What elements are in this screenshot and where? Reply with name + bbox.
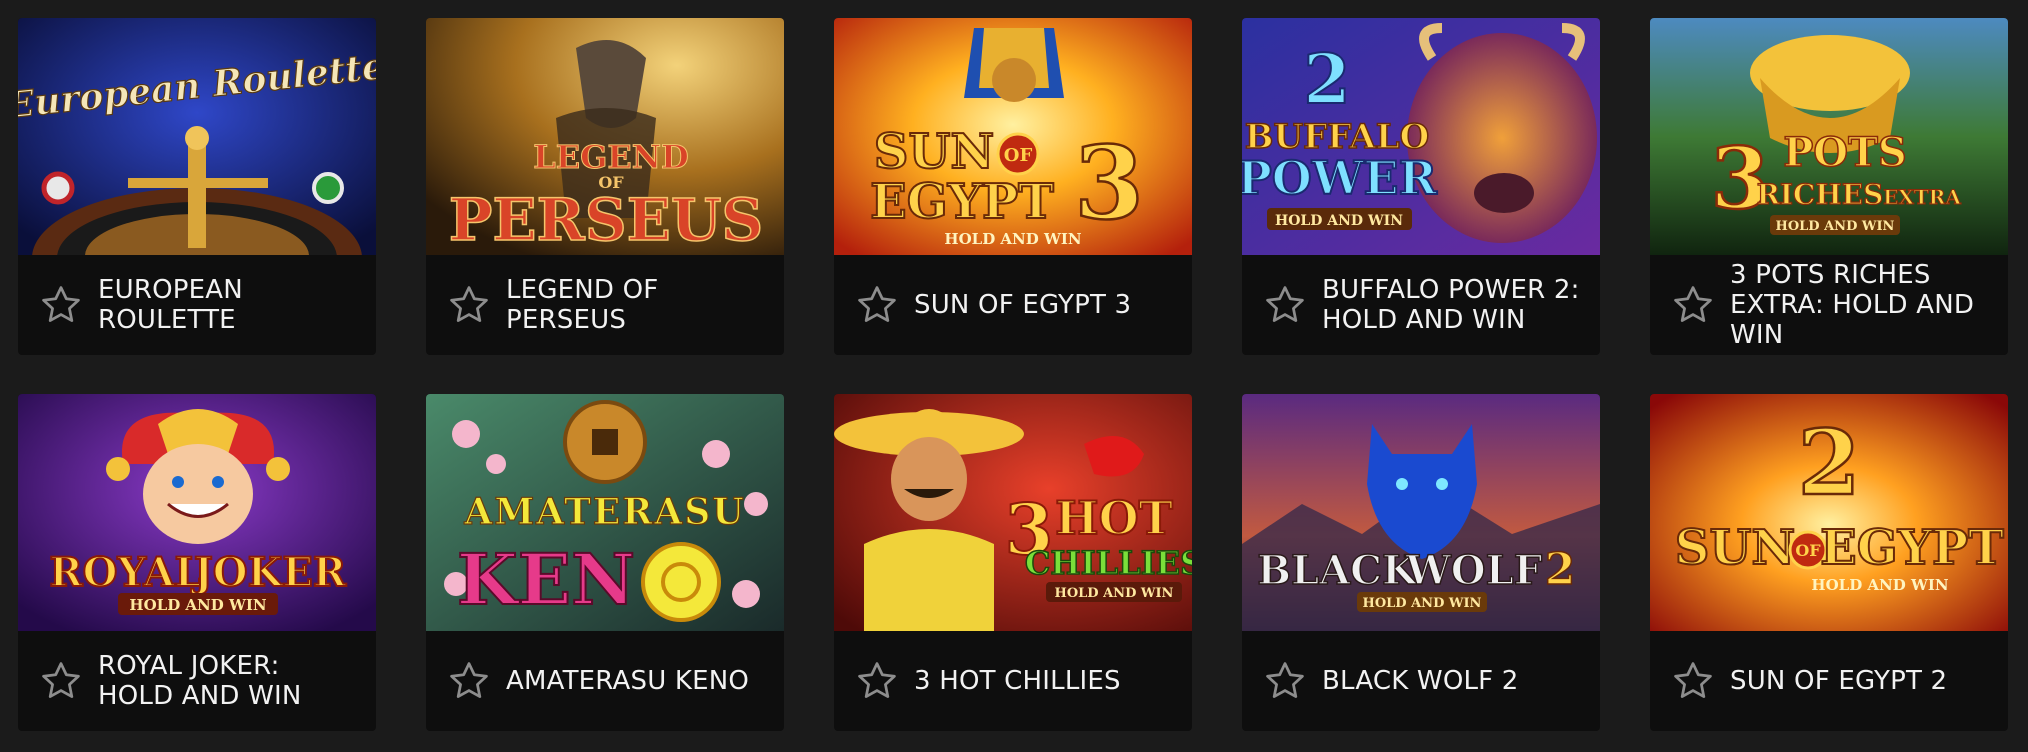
game-info: 3 POTS RICHES EXTRA: HOLD AND WIN <box>1650 255 2008 355</box>
game-card[interactable]: 2 SUN OF EGYPT HOLD AND WIN SUN OF EGYPT… <box>1650 394 2008 731</box>
art-title-2: WOLF <box>1405 547 1542 594</box>
art-title-4: EGYPT <box>1820 520 2004 576</box>
game-info: BLACK WOLF 2 <box>1242 631 1600 731</box>
art-title-3: OF <box>1795 541 1821 560</box>
favorite-star-icon[interactable] <box>854 658 900 704</box>
art-title-3: RICHES <box>1757 178 1884 211</box>
game-title[interactable]: ROYAL JOKER: HOLD AND WIN <box>98 651 358 711</box>
art-title-1: LEGEND <box>533 138 689 176</box>
art-title-3: 2 <box>1545 544 1576 595</box>
art-subtitle: HOLD AND WIN <box>1776 219 1895 234</box>
art-title-2: OF <box>1004 145 1033 166</box>
game-card[interactable]: 3 POTS RICHES EXTRA HOLD AND WIN 3 POTS … <box>1650 18 2008 355</box>
game-info: SUN OF EGYPT 3 <box>834 255 1192 355</box>
art-title-4: EXTRA <box>1883 185 1961 209</box>
game-thumbnail[interactable]: LEGEND OF PERSEUS <box>426 18 784 255</box>
game-title[interactable]: SUN OF EGYPT 3 <box>914 290 1174 320</box>
art-title-2: KEN <box>457 538 635 621</box>
game-card[interactable]: BLACK WOLF 2 HOLD AND WIN BLACK WOLF 2 <box>1242 394 1600 731</box>
art-title-1: 2 <box>1798 410 1861 516</box>
art-title-3: PERSEUS <box>449 186 764 254</box>
game-thumbnail[interactable]: ROYAL JOKER HOLD AND WIN <box>18 394 376 631</box>
art-title-4: 3 <box>1074 124 1144 242</box>
art-title-3: EGYPT <box>870 174 1054 230</box>
art-title-3: CHILLIES <box>1025 544 1192 582</box>
favorite-star-icon[interactable] <box>1262 658 1308 704</box>
game-card[interactable]: 3 HOT CHILLIES HOLD AND WIN 3 HOT CHILLI… <box>834 394 1192 731</box>
art-title-2: POTS <box>1783 129 1907 176</box>
game-info: 3 HOT CHILLIES <box>834 631 1192 731</box>
game-info: ROYAL JOKER: HOLD AND WIN <box>18 631 376 731</box>
favorite-star-icon[interactable] <box>1670 282 1716 328</box>
game-thumbnail[interactable]: BLACK WOLF 2 HOLD AND WIN <box>1242 394 1600 631</box>
game-title[interactable]: BUFFALO POWER 2: HOLD AND WIN <box>1322 275 1582 335</box>
game-title[interactable]: AMATERASU KENO <box>506 666 766 696</box>
art-subtitle: HOLD AND WIN <box>129 596 266 614</box>
game-card[interactable]: SUN OF EGYPT 3 HOLD AND WIN SUN OF EGYPT… <box>834 18 1192 355</box>
art-subtitle: HOLD AND WIN <box>1275 213 1403 229</box>
game-card[interactable]: LEGEND OF PERSEUS LEGEND OF PERSEUS <box>426 18 784 355</box>
game-info: EUROPEAN ROULETTE <box>18 255 376 355</box>
game-card[interactable]: AMATERASU KEN AMATERASU KENO <box>426 394 784 731</box>
game-info: SUN OF EGYPT 2 <box>1650 631 2008 731</box>
game-thumbnail[interactable]: 3 HOT CHILLIES HOLD AND WIN <box>834 394 1192 631</box>
game-grid: European Roulette EUROPEAN ROULETTE LEGE… <box>18 18 2008 731</box>
art-subtitle: HOLD AND WIN <box>1363 596 1482 611</box>
favorite-star-icon[interactable] <box>854 282 900 328</box>
game-thumbnail[interactable]: AMATERASU KEN <box>426 394 784 631</box>
game-title[interactable]: 3 POTS RICHES EXTRA: HOLD AND WIN <box>1730 260 1990 350</box>
favorite-star-icon[interactable] <box>38 282 84 328</box>
game-card[interactable]: European Roulette EUROPEAN ROULETTE <box>18 18 376 355</box>
game-info: LEGEND OF PERSEUS <box>426 255 784 355</box>
favorite-star-icon[interactable] <box>1670 658 1716 704</box>
game-card[interactable]: 2 BUFFALO POWER HOLD AND WIN BUFFALO POW… <box>1242 18 1600 355</box>
art-title-1: ROYAL <box>49 549 202 596</box>
game-card[interactable]: ROYAL JOKER HOLD AND WIN ROYAL JOKER: HO… <box>18 394 376 731</box>
art-title-2: SUN <box>1675 520 1795 576</box>
game-thumbnail[interactable]: European Roulette <box>18 18 376 255</box>
favorite-star-icon[interactable] <box>1262 282 1308 328</box>
game-info: BUFFALO POWER 2: HOLD AND WIN <box>1242 255 1600 355</box>
game-title[interactable]: SUN OF EGYPT 2 <box>1730 666 1990 696</box>
art-title-2: HOT <box>1055 491 1173 545</box>
favorite-star-icon[interactable] <box>446 282 492 328</box>
art-subtitle: HOLD AND WIN <box>1811 576 1948 594</box>
favorite-star-icon[interactable] <box>38 658 84 704</box>
game-title[interactable]: 3 HOT CHILLIES <box>914 666 1174 696</box>
game-title[interactable]: LEGEND OF PERSEUS <box>506 275 766 335</box>
favorite-star-icon[interactable] <box>446 658 492 704</box>
art-subtitle: HOLD AND WIN <box>1055 586 1174 601</box>
game-thumbnail[interactable]: 2 SUN OF EGYPT HOLD AND WIN <box>1650 394 2008 631</box>
art-title-2: JOKER <box>191 549 347 596</box>
game-thumbnail[interactable]: SUN OF EGYPT 3 HOLD AND WIN <box>834 18 1192 255</box>
art-title-1: AMATERASU <box>463 491 745 533</box>
art-title-1: BLACK <box>1257 547 1418 594</box>
game-title[interactable]: EUROPEAN ROULETTE <box>98 275 358 335</box>
game-info: AMATERASU KENO <box>426 631 784 731</box>
art-title-3: POWER <box>1242 151 1438 205</box>
art-title-1: 2 <box>1303 40 1350 120</box>
art-title-1: SUN <box>874 124 994 180</box>
game-thumbnail[interactable]: 2 BUFFALO POWER HOLD AND WIN <box>1242 18 1600 255</box>
game-title[interactable]: BLACK WOLF 2 <box>1322 666 1582 696</box>
art-subtitle: HOLD AND WIN <box>944 230 1081 248</box>
game-thumbnail[interactable]: 3 POTS RICHES EXTRA HOLD AND WIN <box>1650 18 2008 255</box>
